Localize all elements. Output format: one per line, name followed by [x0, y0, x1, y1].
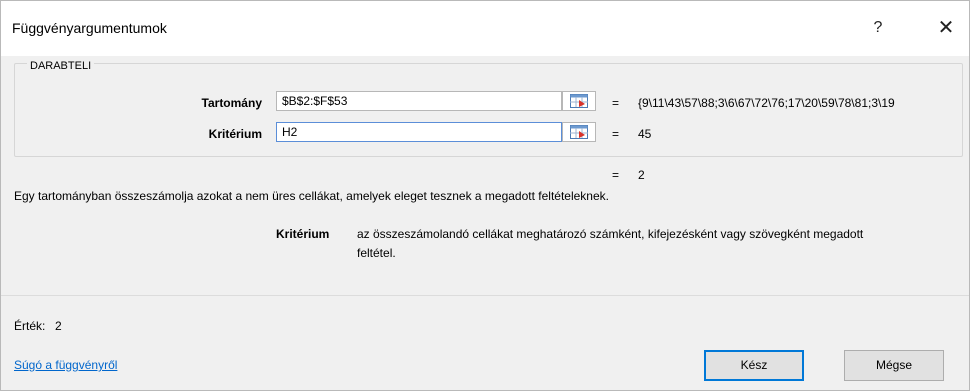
arg-equals-criteria: =: [612, 127, 620, 141]
dialog-title: Függvényargumentumok: [12, 20, 167, 36]
criteria-input[interactable]: H2: [276, 122, 562, 142]
close-button[interactable]: ✕: [931, 15, 961, 41]
arg-label-criteria: Kritérium: [208, 127, 262, 141]
criteria-value-preview: 45: [638, 127, 652, 141]
function-help-link[interactable]: Súgó a függvényről: [14, 358, 117, 372]
result-value: 2: [55, 319, 62, 333]
cancel-button[interactable]: Mégse: [844, 350, 944, 381]
range-value-preview: {9\11\43\57\88;3\6\67\72\76;17\20\59\78\…: [638, 96, 895, 110]
separator: [1, 295, 969, 296]
arg-help-line1: az összeszámolandó cellákat meghatározó …: [357, 227, 864, 241]
help-button[interactable]: ?: [863, 15, 893, 41]
function-arguments-dialog: Függvényargumentumok ? ✕ DARABTELI Tarto…: [0, 0, 970, 391]
arg-help-name: Kritérium: [276, 227, 330, 241]
range-select-icon: [570, 125, 588, 139]
arg-label-range: Tartomány: [201, 96, 262, 110]
formula-result-equals: =: [612, 168, 620, 182]
range-input[interactable]: $B$2:$F$53: [276, 91, 562, 111]
arg-equals-range: =: [612, 96, 620, 110]
criteria-collapse-button[interactable]: [562, 122, 596, 142]
function-description: Egy tartományban összeszámolja azokat a …: [14, 189, 609, 203]
formula-result-value: 2: [638, 168, 645, 182]
function-name-label: DARABTELI: [27, 60, 95, 72]
ok-button[interactable]: Kész: [704, 350, 804, 381]
result-label: Érték:: [14, 319, 46, 333]
arg-help-line2: feltétel.: [357, 246, 396, 260]
title-bar: Függvényargumentumok ? ✕: [1, 1, 969, 56]
range-select-icon: [570, 94, 588, 108]
range-collapse-button[interactable]: [562, 91, 596, 111]
